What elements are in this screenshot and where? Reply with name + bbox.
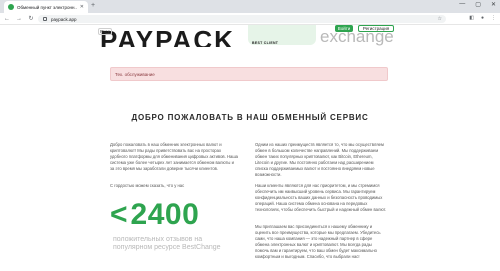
menu-icon[interactable]: ⋮ — [491, 15, 496, 21]
maximize-icon[interactable]: ▢ — [475, 1, 481, 8]
minimize-icon[interactable]: — — [459, 1, 465, 8]
new-tab-button[interactable]: + — [91, 2, 95, 9]
review-count: 2400 — [130, 198, 200, 231]
chevron-down-icon: ▾ — [107, 28, 110, 34]
site-header: PAYPACK RU ▾ BEST CLIENT exchange Войти … — [0, 25, 500, 47]
reload-icon[interactable]: ↻ — [28, 15, 34, 22]
browser-tab-strip: Обменный пункт электронн... ✕ + — ▢ ✕ — [0, 0, 500, 13]
lock-icon — [43, 17, 47, 21]
forward-icon[interactable]: → — [16, 16, 22, 22]
login-button[interactable]: Войти — [335, 25, 353, 32]
close-icon[interactable]: ✕ — [491, 1, 496, 8]
tab-close-icon[interactable]: ✕ — [80, 4, 84, 10]
review-counter: < 2400 — [110, 198, 200, 231]
invitation-paragraph: Мы приглашаем вас присоединиться к нашем… — [255, 224, 381, 259]
intro-paragraph: Добро пожаловать в наш обменник электрон… — [110, 142, 239, 171]
window-controls: — ▢ ✕ — [459, 1, 496, 8]
register-button[interactable]: Регистрация — [358, 25, 394, 32]
language-label: RU — [100, 29, 107, 34]
browser-toolbar: ← → ↻ paypack.app ☆ ◧ ● ⋮ — [0, 13, 500, 25]
bookmark-star-icon[interactable]: ☆ — [438, 16, 442, 22]
clients-paragraph: Наши клиенты являются для нас приоритето… — [255, 183, 387, 212]
review-caption: положительных отзывов на популярном ресу… — [113, 236, 221, 251]
site-favicon-icon — [8, 4, 14, 10]
profile-icon[interactable]: ● — [481, 15, 484, 21]
chevron-left-icon: < — [110, 198, 128, 231]
pride-paragraph: С гордостью можем сказать, что у нас — [110, 183, 185, 188]
tab-title: Обменный пункт электронн... — [17, 4, 77, 10]
language-selector[interactable]: RU ▾ — [98, 28, 112, 35]
browser-actions: ◧ ● ⋮ — [469, 15, 496, 21]
back-icon[interactable]: ← — [4, 16, 10, 22]
browser-tab[interactable]: Обменный пункт электронн... ✕ — [4, 1, 88, 13]
page-title: ДОБРО ПОЖАЛОВАТЬ В НАШ ОБМЕННЫЙ СЕРВИС — [131, 113, 369, 122]
logo-wordmark[interactable]: PAYPACK — [100, 27, 235, 47]
logo-subtitle: BEST CLIENT — [252, 41, 279, 45]
url-text: paypack.app — [51, 16, 77, 22]
address-bar[interactable]: paypack.app ☆ — [38, 15, 446, 23]
advantages-paragraph: Одним из наших преимуществ является то, … — [255, 142, 384, 177]
extensions-icon[interactable]: ◧ — [469, 15, 474, 21]
maintenance-alert: Тех. обслуживание — [110, 67, 388, 81]
